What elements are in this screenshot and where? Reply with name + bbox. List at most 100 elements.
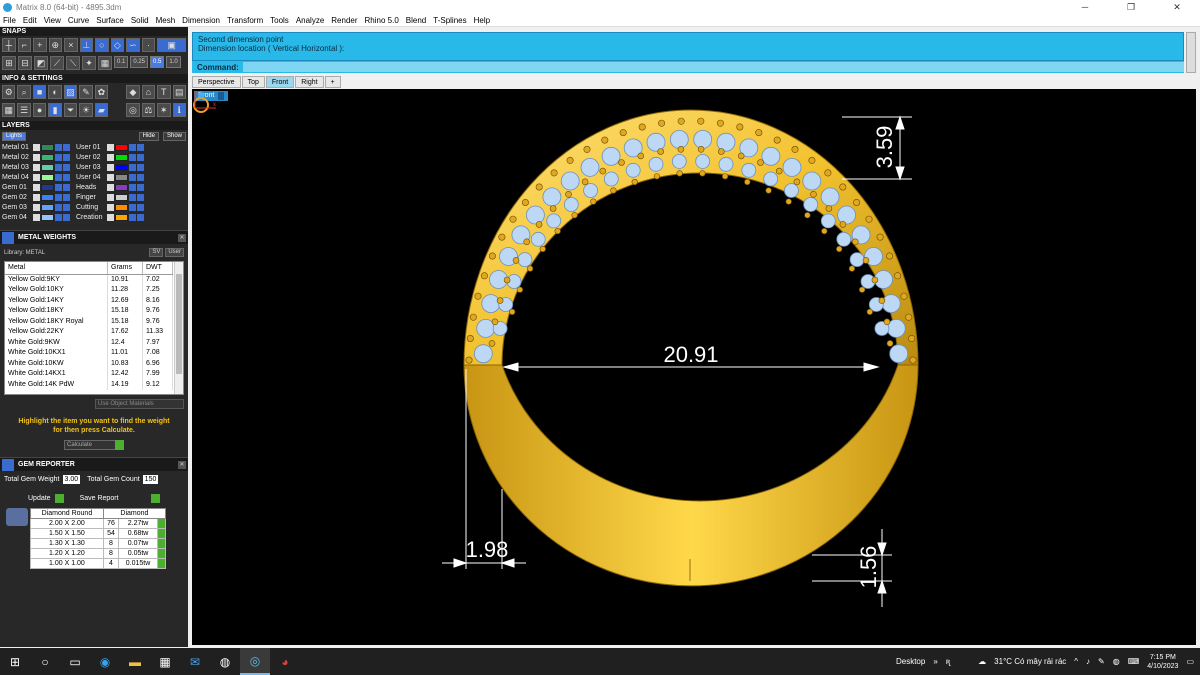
head-tool-icon[interactable]: ⌂ xyxy=(141,85,156,99)
layer-row-user-04[interactable]: User 04 xyxy=(76,173,144,182)
menu-item-dimension[interactable]: Dimension xyxy=(182,16,220,25)
box-icon[interactable]: ▮ xyxy=(48,103,62,117)
layers-header[interactable]: LAYERS xyxy=(0,121,188,130)
layer-current-toggle[interactable] xyxy=(63,214,70,221)
material-icon[interactable]: ◐ xyxy=(48,85,62,99)
snap-end-icon[interactable]: ⌐ xyxy=(17,38,32,52)
desktop-toolbar[interactable]: Desktop xyxy=(896,657,925,666)
snap-project-icon[interactable]: ◩ xyxy=(34,56,48,70)
metal-weights-close-icon[interactable]: ✕ xyxy=(178,233,186,242)
gem-tool-icon[interactable]: ◆ xyxy=(126,85,140,99)
layer-color-swatch[interactable] xyxy=(115,144,128,151)
layer-current-toggle[interactable] xyxy=(137,144,144,151)
snap-gumball-icon[interactable]: ✦ xyxy=(82,56,96,70)
layer-row-metal-04[interactable]: Metal 04 xyxy=(2,173,70,182)
layer-stack-icon[interactable]: ▰ xyxy=(94,103,109,117)
tab-front[interactable]: Front xyxy=(265,76,295,88)
matrix-taskbar-icon[interactable]: ◎ xyxy=(240,648,270,675)
layer-lock-toggle[interactable] xyxy=(129,204,136,211)
command-scrollbar[interactable] xyxy=(1186,32,1196,73)
layer-current-toggle[interactable] xyxy=(137,184,144,191)
layer-visible-toggle[interactable] xyxy=(33,194,40,201)
table-row[interactable]: Yellow Gold:9KY 10.91 7.02 xyxy=(5,274,173,285)
metal-col-metal[interactable]: Metal xyxy=(5,262,108,275)
table-row[interactable]: White Gold:9KW 12.4 7.97 xyxy=(5,337,173,348)
layer-lock-toggle[interactable] xyxy=(55,154,62,161)
layer-color-swatch[interactable] xyxy=(115,164,128,171)
clock[interactable]: 7:15 PM 4/10/2023 xyxy=(1147,653,1178,671)
table-row[interactable]: 2.00 X 2.00 76 2.27tw xyxy=(30,518,166,529)
palette-icon[interactable]: ✿ xyxy=(94,85,109,99)
layer-row-metal-02[interactable]: Metal 02 xyxy=(2,153,70,162)
layer-color-swatch[interactable] xyxy=(115,204,128,211)
layer-lock-toggle[interactable] xyxy=(55,164,62,171)
file-explorer-icon[interactable]: ▬ xyxy=(120,648,150,675)
gem-row-go-icon[interactable] xyxy=(157,538,166,549)
command-input[interactable] xyxy=(242,62,1184,72)
menu-item-t-splines[interactable]: T-Splines xyxy=(433,16,466,25)
start-icon[interactable]: ⊞ xyxy=(0,648,30,675)
layer-visible-toggle[interactable] xyxy=(107,194,114,201)
chevron-up-icon[interactable]: ^ xyxy=(1074,657,1078,666)
layer-color-swatch[interactable] xyxy=(41,154,54,161)
library-user-button[interactable]: User xyxy=(165,248,184,257)
snap-grid-icon[interactable]: ┼ xyxy=(2,38,16,52)
menu-item-transform[interactable]: Transform xyxy=(227,16,263,25)
layer-lock-toggle[interactable] xyxy=(55,204,62,211)
layer-current-toggle[interactable] xyxy=(63,184,70,191)
use-object-materials-select[interactable]: Use Object Materials xyxy=(95,399,184,409)
minimize-button[interactable]: ─ xyxy=(1062,2,1108,13)
layer-current-toggle[interactable] xyxy=(137,214,144,221)
metal-table-scroll-thumb[interactable] xyxy=(176,274,182,374)
edit-icon[interactable]: ✎ xyxy=(79,85,93,99)
layer-current-toggle[interactable] xyxy=(137,174,144,181)
shape-tool-icon[interactable]: ✶ xyxy=(157,103,171,117)
snaps-header[interactable]: SNAPS xyxy=(0,27,188,36)
light-icon[interactable]: ☀ xyxy=(79,103,93,117)
info-settings-header[interactable]: INFO & SETTINGS xyxy=(0,74,188,83)
settings-gear-icon[interactable]: ⚙ xyxy=(2,85,16,99)
snap-knot-icon[interactable]: ∽ xyxy=(126,38,140,52)
layer-row-creation[interactable]: Creation xyxy=(76,213,144,222)
metal-tool-icon[interactable]: ◎ xyxy=(126,103,140,117)
snap-quad-icon[interactable]: ◇ xyxy=(110,38,125,52)
table-row[interactable]: White Gold:10KW 10.83 6.96 xyxy=(5,358,173,369)
layer-visible-toggle[interactable] xyxy=(33,204,40,211)
metal-col-dwt[interactable]: DWT xyxy=(142,262,173,275)
layer-color-swatch[interactable] xyxy=(41,204,54,211)
layer-current-toggle[interactable] xyxy=(63,174,70,181)
network-icon[interactable]: ◍ xyxy=(1113,657,1120,666)
layer-lock-toggle[interactable] xyxy=(129,164,136,171)
table-row[interactable]: Yellow Gold:18KY Royal 15.18 9.76 xyxy=(5,316,173,327)
layer-row-user-02[interactable]: User 02 xyxy=(76,153,144,162)
layer-color-swatch[interactable] xyxy=(41,144,54,151)
snap-options-icon[interactable]: ▣ xyxy=(157,38,187,52)
layer-current-toggle[interactable] xyxy=(63,164,70,171)
layer-current-toggle[interactable] xyxy=(63,144,70,151)
snap-value-05[interactable]: 0.5 xyxy=(150,56,165,68)
text-tool-icon[interactable]: T xyxy=(157,85,171,99)
layer-color-swatch[interactable] xyxy=(115,174,128,181)
layer-lock-toggle[interactable] xyxy=(129,174,136,181)
menu-item-blend[interactable]: Blend xyxy=(406,16,426,25)
cube-icon[interactable]: ■ xyxy=(32,85,47,99)
render-icon[interactable]: ▨ xyxy=(63,85,78,99)
snap-tan-icon[interactable]: ○ xyxy=(95,38,109,52)
layer-visible-toggle[interactable] xyxy=(107,144,114,151)
layer-color-swatch[interactable] xyxy=(41,214,54,221)
menu-item-render[interactable]: Render xyxy=(331,16,357,25)
layer-lock-toggle[interactable] xyxy=(129,214,136,221)
table-row[interactable]: White Gold:14KX1 12.42 7.99 xyxy=(5,368,173,379)
layer-current-toggle[interactable] xyxy=(63,194,70,201)
menu-item-help[interactable]: Help xyxy=(474,16,490,25)
chevron-right-icon[interactable]: » xyxy=(933,657,937,666)
weather-text[interactable]: 31°C Có mây rải rác xyxy=(994,657,1066,666)
layer-visible-toggle[interactable] xyxy=(107,174,114,181)
table-row[interactable]: 1.00 X 1.00 4 0.015tw xyxy=(30,558,166,569)
layer-row-user-03[interactable]: User 03 xyxy=(76,163,144,172)
layer-visible-toggle[interactable] xyxy=(33,164,40,171)
menu-item-solid[interactable]: Solid xyxy=(131,16,149,25)
layer-color-swatch[interactable] xyxy=(41,194,54,201)
info-tool-icon[interactable]: ℹ xyxy=(172,103,186,117)
layer-row-finger[interactable]: Finger xyxy=(76,193,144,202)
